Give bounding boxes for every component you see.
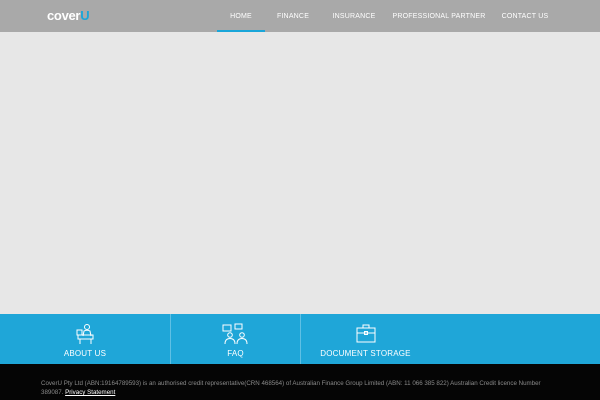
site-header: cover U HOME FINANCE INSURANCE PROFESSION… [0,0,600,32]
hero-banner [0,32,600,314]
tile-faq-label: FAQ [227,349,244,358]
people-chat-icon [222,323,250,350]
nav-insurance[interactable]: INSURANCE [330,0,378,32]
tile-faq[interactable]: FAQ [171,314,300,364]
nav-contact-us[interactable]: CONTACT US [500,0,550,32]
footer-disclaimer: CoverU Pty Ltd (ABN:19164789593) is an a… [41,379,561,397]
tile-about-us-label: ABOUT US [63,349,107,358]
briefcase-icon [355,323,377,350]
logo-accent-text: U [80,8,90,23]
tile-about-us[interactable]: ABOUT US [0,314,170,364]
privacy-statement-link[interactable]: Privacy Statement [65,389,115,396]
tile-document-storage-label: DOCUMENT STORAGE [320,349,411,358]
site-footer: CoverU Pty Ltd (ABN:19164789593) is an a… [0,364,600,400]
quick-links-bar: ABOUT US FAQ DOCUMENT STORAGE [0,314,600,364]
nav-home[interactable]: HOME [217,0,265,32]
nav-finance[interactable]: FINANCE [272,0,314,32]
nav-professional-partner[interactable]: PROFESSIONAL PARTNER [393,0,486,32]
tile-document-storage[interactable]: DOCUMENT STORAGE [301,314,430,364]
logo-text: cover [47,8,81,23]
person-at-desk-icon [74,323,96,350]
footer-disclaimer-text: CoverU Pty Ltd (ABN:19164789593) is an a… [41,380,541,396]
coveru-logo[interactable]: cover U [47,9,90,23]
